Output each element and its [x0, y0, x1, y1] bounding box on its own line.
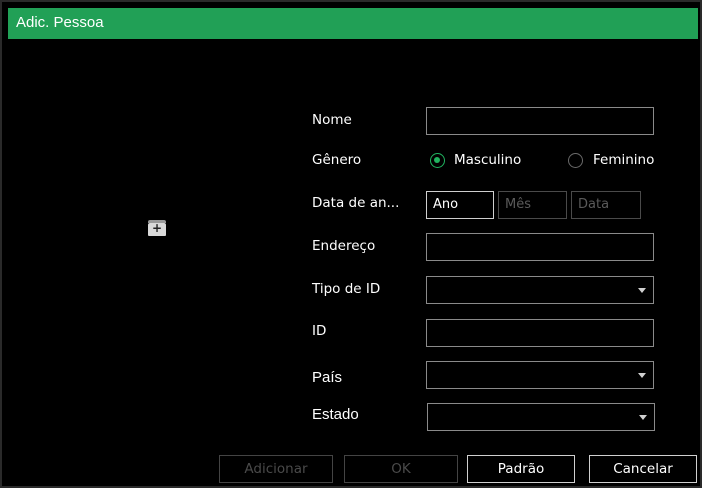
state-select[interactable] — [427, 403, 655, 431]
add-photo-icon[interactable]: + — [148, 220, 166, 236]
name-input[interactable] — [426, 107, 654, 135]
gender-label: Gênero — [312, 152, 362, 168]
ok-button[interactable]: OK — [344, 455, 458, 483]
title-bar[interactable]: Adic. Pessoa — [8, 8, 698, 39]
cancel-button[interactable]: Cancelar — [589, 455, 697, 483]
gender-female-radio[interactable] — [568, 153, 583, 168]
birth-month-input[interactable]: Mês — [498, 191, 567, 219]
address-input[interactable] — [426, 233, 654, 261]
chevron-down-icon — [638, 288, 646, 293]
dialog-content: + Nome Gênero Masculino Feminino Data de… — [8, 39, 698, 484]
name-label: Nome — [312, 112, 352, 128]
chevron-down-icon — [638, 373, 646, 378]
country-select[interactable] — [426, 361, 654, 389]
chevron-down-icon — [639, 415, 647, 420]
id-type-select[interactable] — [426, 276, 654, 304]
birth-day-input[interactable]: Data — [571, 191, 641, 219]
id-type-label: Tipo de ID — [312, 281, 381, 297]
gender-male-radio[interactable] — [430, 153, 445, 168]
id-label: ID — [312, 323, 327, 339]
birthdate-label: Data de an... — [312, 195, 400, 211]
gender-male-label[interactable]: Masculino — [454, 152, 521, 168]
default-button[interactable]: Padrão — [467, 455, 575, 483]
state-label: Estado — [312, 406, 359, 423]
add-button[interactable]: Adicionar — [219, 455, 333, 483]
plus-icon: + — [151, 221, 163, 235]
country-label: País — [312, 369, 343, 386]
address-label: Endereço — [312, 238, 376, 254]
birth-year-input[interactable]: Ano — [426, 191, 494, 219]
id-input[interactable] — [426, 319, 654, 347]
dialog-title: Adic. Pessoa — [16, 14, 104, 31]
gender-female-label[interactable]: Feminino — [593, 152, 654, 168]
add-person-dialog: Adic. Pessoa + Nome Gênero Masculino Fem… — [0, 0, 702, 488]
